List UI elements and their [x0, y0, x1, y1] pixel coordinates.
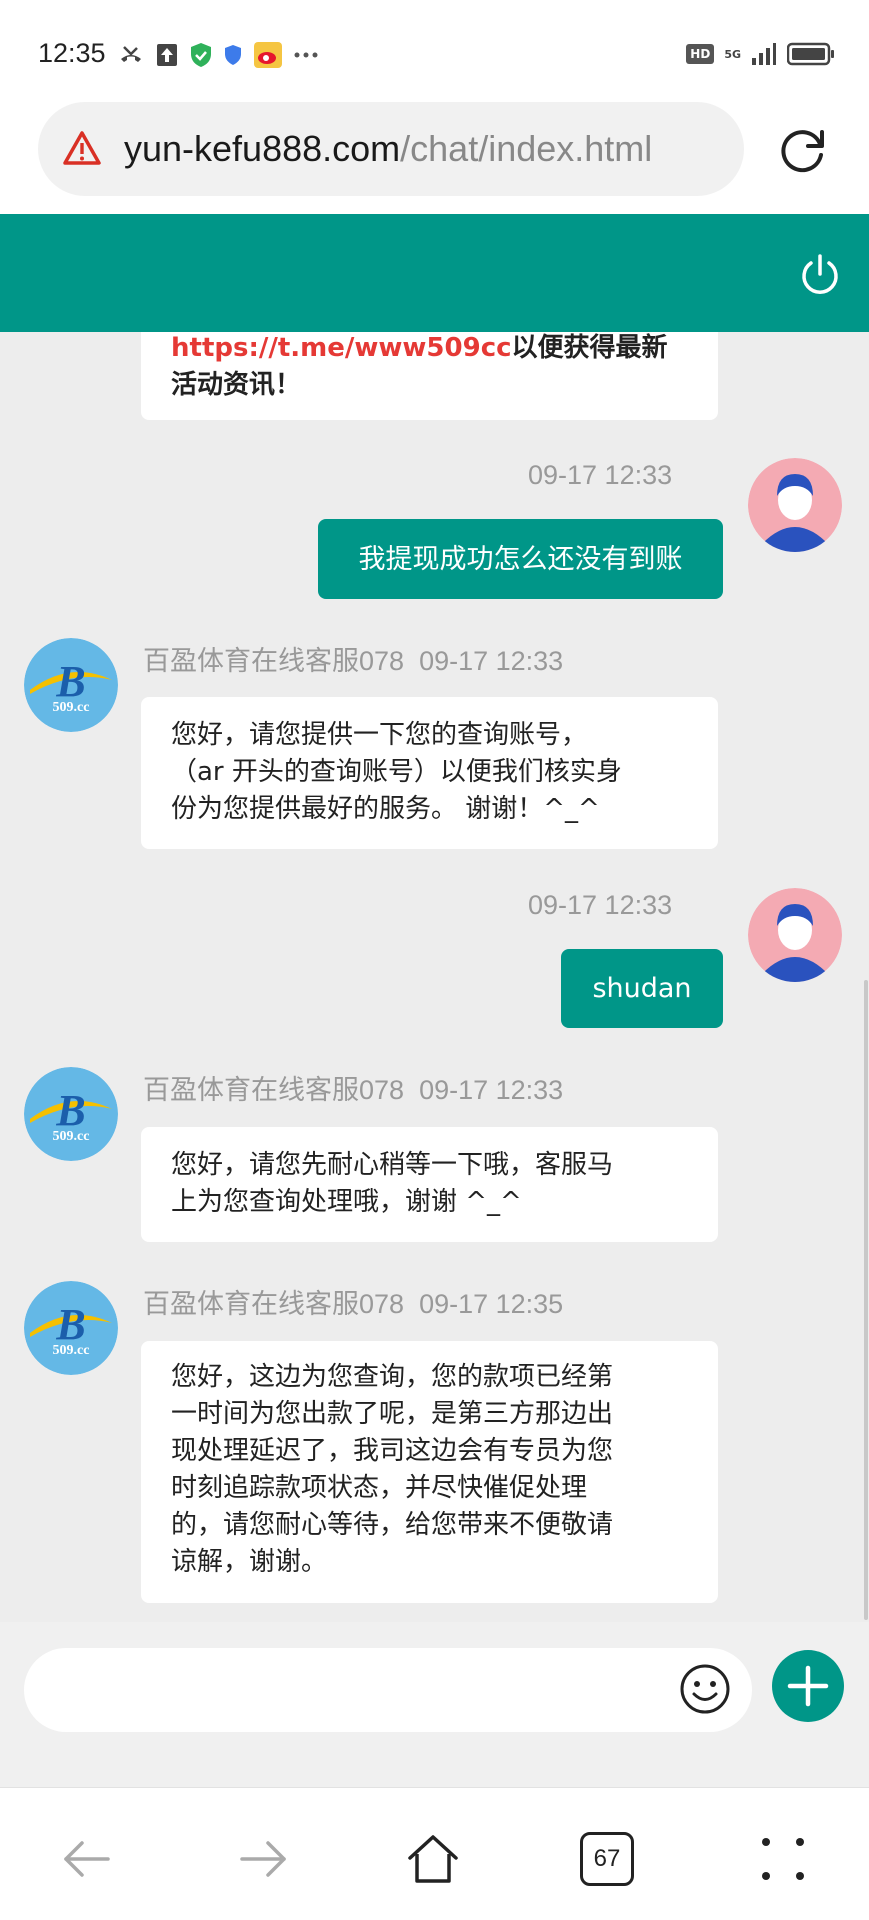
message-line: 时刻追踪款项状态，并尽快催促处理 [171, 1473, 588, 1503]
input-area [0, 1622, 869, 1787]
message-bubble: 您好，请您先耐心稍等一下哦，客服马 上为您查询处理哦，谢谢 ^_^ [141, 1127, 718, 1242]
message-time: 09-17 12:33 [528, 460, 673, 490]
message-bubble: 您好，请您提供一下您的查询账号， （ar 开头的查询账号）以便我们核实身 份为您… [141, 697, 718, 849]
power-icon[interactable] [797, 252, 843, 298]
agent-name: 百盈体育在线客服078 09-17 12:33 [143, 1075, 564, 1105]
emoji-icon[interactable] [678, 1662, 732, 1716]
url-host: yun-kefu888.com [124, 128, 401, 169]
network-label: 5G [724, 47, 741, 61]
plus-icon [787, 1665, 829, 1707]
signal-icon [752, 43, 776, 65]
message-input[interactable] [24, 1648, 752, 1732]
status-time: 12:35 [38, 38, 106, 68]
warning-icon[interactable] [62, 129, 102, 169]
shield-icon [225, 45, 241, 65]
chat-header [0, 214, 869, 332]
message-bubble: https://t.me/www509cc以便获得最新 活动资讯！ [141, 332, 718, 420]
battery-icon [787, 42, 834, 66]
svg-text:B: B [55, 1300, 85, 1349]
agent-logo-text: 509.cc [52, 1343, 90, 1358]
chat-messages[interactable]: https://t.me/www509cc以便获得最新 活动资讯！ 09-17 … [0, 332, 869, 1622]
agent-logo-text: 509.cc [52, 700, 90, 715]
shield-check-icon [191, 43, 211, 67]
forward-icon[interactable] [236, 1832, 290, 1886]
scrollbar[interactable] [864, 980, 868, 1620]
message-line: （ar 开头的查询账号）以便我们核实身 [171, 757, 622, 787]
svg-text:B: B [55, 657, 85, 706]
browser-nav-bar: 67 [0, 1787, 869, 1920]
message-line: https://t.me/www509cc以便获得最新 [171, 333, 668, 363]
reload-icon[interactable] [776, 124, 830, 178]
weibo-icon [254, 42, 282, 68]
message-time: 09-17 12:33 [528, 890, 673, 920]
notification-icons [118, 42, 318, 68]
message-line: 份为您提供最好的服务。 谢谢！^_^ [171, 794, 600, 824]
tabs-button[interactable]: 67 [580, 1832, 634, 1886]
message-line: 您好，请您先耐心稍等一下哦，客服马 [171, 1150, 614, 1180]
message-line: 现处理延迟了，我司这边会有专员为您 [171, 1436, 614, 1466]
url-field[interactable]: yun-kefu888.com/chat/index.html [38, 102, 744, 196]
upload-icon [157, 44, 177, 66]
url-path: /chat/index.html [400, 128, 653, 169]
back-icon[interactable] [60, 1832, 114, 1886]
status-bar: 12:35 HD 5G [0, 0, 869, 100]
menu-icon[interactable] [756, 1832, 810, 1886]
message-line: 谅解，谢谢。 [171, 1547, 328, 1577]
message-line: 的，请您耐心等待，给您带来不便敬请 [171, 1510, 614, 1540]
browser-address-bar: yun-kefu888.com/chat/index.html [0, 100, 869, 214]
message-line: 您好，请您提供一下您的查询账号， [171, 720, 588, 750]
message-line: 上为您查询处理哦，谢谢 ^_^ [171, 1187, 522, 1217]
agent-avatar[interactable]: B 509.cc [24, 638, 118, 732]
message-bubble: 我提现成功怎么还没有到账 [318, 519, 723, 599]
system-status-icons: HD 5G [686, 42, 835, 66]
hd-icon: HD [686, 44, 715, 64]
telegram-link[interactable]: https://t.me/www509cc [171, 333, 512, 363]
message-bubble: 您好，这边为您查询，您的款项已经第 一时间为您出款了呢，是第三方那边出 现处理延… [141, 1341, 718, 1603]
message-line: 您好，这边为您查询，您的款项已经第 [171, 1362, 614, 1392]
more-icon [294, 52, 318, 58]
svg-text:B: B [55, 1086, 85, 1135]
message-line: 活动资讯！ [171, 370, 302, 400]
agent-name: 百盈体育在线客服078 09-17 12:33 [143, 646, 564, 676]
message-line: 一时间为您出款了呢，是第三方那边出 [171, 1399, 614, 1429]
user-avatar[interactable] [748, 458, 842, 552]
agent-avatar[interactable]: B 509.cc [24, 1281, 118, 1375]
agent-avatar[interactable]: B 509.cc [24, 1067, 118, 1161]
message-bubble: shudan [561, 949, 723, 1028]
user-avatar[interactable] [748, 888, 842, 982]
add-attachment-button[interactable] [772, 1650, 844, 1722]
agent-name: 百盈体育在线客服078 09-17 12:35 [143, 1289, 564, 1319]
tab-count: 67 [593, 1845, 621, 1872]
missed-call-icon [121, 46, 141, 62]
home-icon[interactable] [406, 1832, 460, 1886]
agent-logo-text: 509.cc [52, 1129, 90, 1144]
